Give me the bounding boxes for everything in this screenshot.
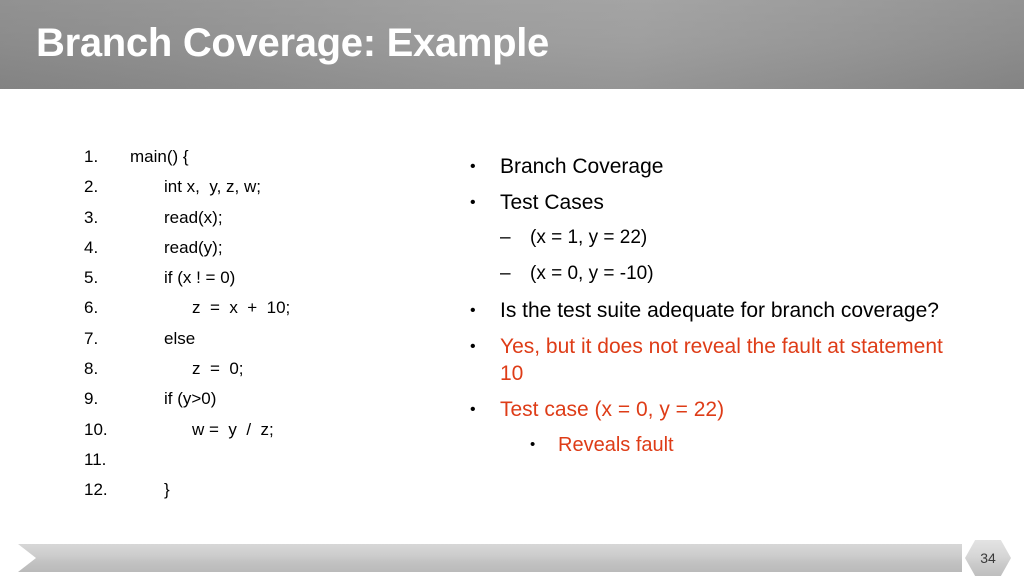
slide-footer: 34 — [0, 540, 1024, 576]
bullet-text: Test Cases — [500, 191, 604, 214]
slide-title-band: Branch Coverage: Example — [0, 0, 1024, 89]
page-number-badge: 34 — [965, 540, 1011, 576]
code-line: 3. read(x); — [84, 208, 444, 238]
code-line-number: 11. — [84, 449, 107, 469]
bullet-item: • Test Cases — [470, 189, 950, 216]
code-line-text: read(x); — [164, 207, 223, 227]
code-line: 8. z = 0; — [84, 359, 444, 389]
bullet-item: • Branch Coverage — [470, 153, 950, 180]
bullet-text: Test case (x = 0, y = 22) — [500, 398, 725, 421]
code-line-number: 9. — [84, 389, 99, 409]
code-line-text: if (x ! = 0) — [164, 268, 236, 288]
dash-bullet-icon: – — [500, 263, 511, 284]
code-line: 1. main() { — [84, 147, 444, 177]
dash-bullet-icon: – — [500, 227, 511, 248]
code-line-text: if (y>0) — [164, 389, 217, 409]
bullet-text: (x = 1, y = 22) — [530, 227, 648, 248]
bullet-text: Branch Coverage — [500, 155, 664, 178]
round-bullet-icon: • — [530, 436, 536, 453]
code-line-number: 10. — [84, 419, 108, 439]
round-bullet-icon: • — [470, 401, 476, 418]
code-line: 6. z = x + 10; — [84, 298, 444, 328]
code-line-number: 8. — [84, 359, 99, 379]
footer-ribbon — [18, 544, 962, 572]
code-line-text: } — [164, 480, 170, 500]
code-line-number: 3. — [84, 207, 99, 227]
bullet-item: – (x = 0, y = -10) — [500, 261, 950, 287]
bullet-text: Is the test suite adequate for branch co… — [500, 299, 939, 322]
code-line-text: read(y); — [164, 237, 223, 257]
code-line-number: 6. — [84, 298, 99, 318]
code-line: 5. if (x ! = 0) — [84, 268, 444, 298]
code-line: 2. int x, y, z, w; — [84, 177, 444, 207]
round-bullet-icon: • — [470, 158, 476, 175]
code-line-text: z = 0; — [192, 359, 244, 379]
code-line-number: 12. — [84, 480, 108, 500]
slide-content: 1. main() { 2. int x, y, z, w; 3. read(x); 4. r… — [0, 89, 1024, 535]
code-line-number: 7. — [84, 328, 99, 348]
code-line: 11. — [84, 450, 444, 480]
code-line-number: 1. — [84, 147, 99, 166]
code-line: 4. read(y); — [84, 238, 444, 268]
page-title: Branch Coverage: Example — [36, 21, 549, 65]
bullet-item: – (x = 1, y = 22) — [500, 225, 950, 251]
round-bullet-icon: • — [470, 338, 476, 355]
bullet-text: Yes, but it does not reveal the fault at… — [500, 335, 943, 385]
code-line-text: int x, y, z, w; — [164, 177, 261, 197]
bullet-item: • Test case (x = 0, y = 22) — [470, 396, 950, 423]
code-line-text: w = y / z; — [192, 419, 274, 439]
code-line: 9. if (y>0) — [84, 389, 444, 419]
code-line-text: else — [164, 328, 196, 348]
code-listing: 1. main() { 2. int x, y, z, w; 3. read(x); 4. r… — [84, 147, 444, 511]
round-bullet-icon: • — [470, 194, 476, 211]
bullet-item: • Reveals fault — [530, 432, 950, 458]
bullet-item: • Is the test suite adequate for branch c… — [470, 297, 950, 324]
code-line-number: 5. — [84, 268, 99, 288]
round-bullet-icon: • — [470, 302, 476, 319]
bullet-text: Reveals fault — [558, 434, 674, 456]
bullet-text: (x = 0, y = -10) — [530, 263, 654, 284]
code-line-number: 2. — [84, 177, 99, 197]
code-line: 12.} — [84, 480, 444, 510]
bullet-list: • Branch Coverage • Test Cases – (x = 1, y = … — [470, 153, 950, 467]
code-line: 7. else — [84, 329, 444, 359]
code-line-text: main() { — [130, 147, 189, 166]
code-line: 10. w = y / z; — [84, 420, 444, 450]
bullet-item: • Yes, but it does not reveal the fault a… — [470, 333, 950, 387]
code-line-number: 4. — [84, 237, 99, 257]
page-number-label: 34 — [980, 550, 996, 566]
code-line-text: z = x + 10; — [192, 298, 291, 318]
